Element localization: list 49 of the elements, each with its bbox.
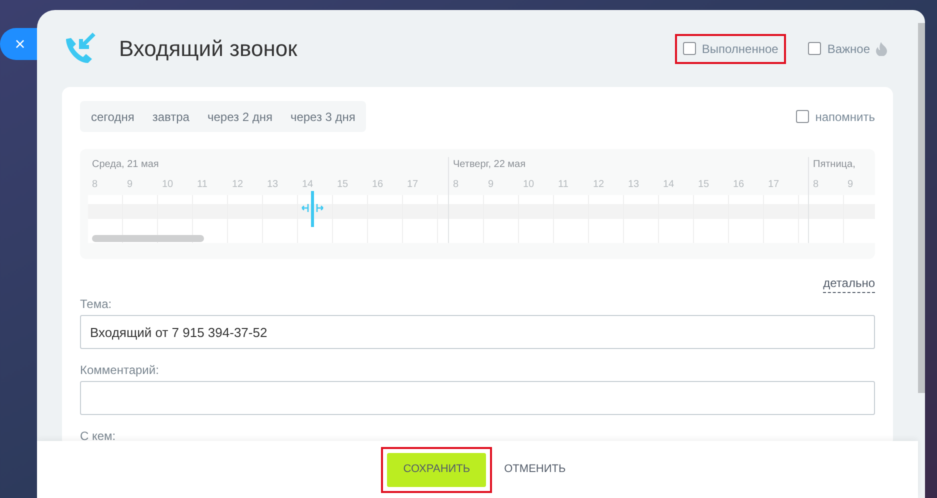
hour-label: 8 bbox=[812, 178, 820, 192]
flag-label: Важное bbox=[827, 40, 870, 58]
hour-label: 10 bbox=[522, 178, 536, 192]
field-label: Тема: bbox=[80, 296, 113, 313]
hour-label: 11 bbox=[557, 178, 570, 192]
hour-label: 16 bbox=[732, 178, 746, 192]
checkbox[interactable] bbox=[808, 42, 822, 55]
close-button[interactable]: × bbox=[0, 28, 40, 60]
time-marker-icon[interactable] bbox=[300, 191, 326, 227]
flame-icon bbox=[876, 42, 887, 56]
hour-label: 13 bbox=[266, 178, 280, 192]
quick-date-button[interactable]: завтра bbox=[143, 101, 198, 132]
checkbox[interactable] bbox=[682, 42, 696, 55]
remind-label: напомнить bbox=[815, 108, 875, 126]
quick-date-button[interactable]: сегодня bbox=[82, 101, 144, 132]
quick-date-button[interactable]: через 3 дня bbox=[281, 101, 364, 132]
text-field[interactable]: Входящий от 7 915 394-37-52 bbox=[80, 315, 875, 349]
hour-label: 11 bbox=[196, 178, 208, 192]
hour-label: 15 bbox=[697, 178, 710, 192]
flag-label: Выполненное bbox=[702, 40, 778, 58]
scroll-thumb[interactable] bbox=[92, 235, 204, 242]
cancel-button[interactable]: ОТМЕНИТЬ bbox=[496, 452, 574, 486]
save-button[interactable]: СОХРАНИТЬ bbox=[387, 452, 486, 486]
hour-label: 17 bbox=[767, 178, 780, 192]
quick-date-button[interactable]: через 2 дня bbox=[198, 101, 282, 132]
field-label: Комментарий: bbox=[80, 362, 160, 379]
hour-label: 10 bbox=[161, 178, 174, 192]
hour-label: 9 bbox=[487, 178, 495, 192]
hour-label: 14 bbox=[301, 178, 314, 192]
day-label: Среда, 21 мая bbox=[91, 158, 160, 172]
hour-label: 13 bbox=[627, 178, 640, 192]
details-link[interactable]: детально bbox=[823, 274, 875, 293]
hour-label: 17 bbox=[406, 178, 420, 192]
hour-label: 14 bbox=[662, 178, 676, 192]
hour-label: 12 bbox=[231, 178, 244, 192]
hour-label: 9 bbox=[126, 178, 134, 192]
hour-label: 9 bbox=[846, 178, 854, 192]
hour-label: 16 bbox=[371, 178, 384, 192]
day-label: Пятница, bbox=[812, 158, 856, 172]
hour-label: 12 bbox=[592, 178, 606, 192]
text-field[interactable] bbox=[80, 381, 875, 415]
field-label: С кем: bbox=[80, 428, 117, 445]
hour-label: 8 bbox=[91, 178, 99, 192]
hour-label: 15 bbox=[336, 178, 350, 192]
day-label: Четверг, 22 мая bbox=[452, 158, 527, 172]
hour-label: 8 bbox=[452, 178, 460, 192]
scrollbar[interactable] bbox=[918, 23, 925, 393]
window-title: Входящий звонок bbox=[119, 35, 298, 63]
checkbox[interactable] bbox=[796, 110, 810, 123]
